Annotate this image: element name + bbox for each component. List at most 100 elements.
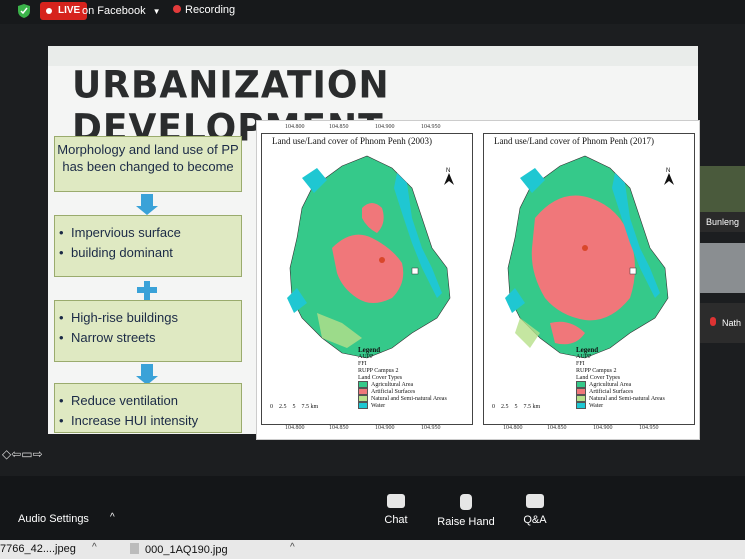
chat-label: Chat — [384, 514, 408, 526]
scale-tick: 0 — [270, 404, 273, 410]
map-panel-2017: Land use/Land cover of Phnom Penh (2017)… — [483, 133, 695, 425]
legend-item-label: Water — [589, 402, 604, 409]
bullet-item: High-rise buildings — [55, 309, 241, 327]
swatch-natural — [576, 395, 586, 402]
slide-nav-controls[interactable]: ◇⇦▭⇨ — [2, 447, 43, 461]
download-filename: 000_1AQ190.jpg — [145, 544, 228, 556]
north-arrow-icon: N — [444, 168, 454, 185]
legend-point-label: AUPP — [576, 353, 592, 360]
downloads-shelf: 7766_42....jpeg ^ 000_1AQ190.jpg ^ — [0, 540, 745, 559]
qa-icon — [526, 494, 544, 508]
tick-bottom: 104.850 — [329, 425, 349, 431]
swatch-natural — [358, 395, 368, 402]
chevron-up-icon[interactable]: ^ — [92, 542, 97, 553]
stream-target-dropdown[interactable]: on Facebook ▼ — [82, 5, 161, 17]
legend-item: Agricultural Area — [576, 381, 665, 388]
tick-top: 104.850 — [329, 124, 349, 130]
legend-point-label: FFI — [576, 360, 585, 367]
tick-bottom: 104.800 — [503, 425, 523, 431]
qa-label: Q&A — [523, 514, 547, 526]
bullet-item: Increase HUI intensity — [55, 412, 241, 430]
swatch-urban — [358, 388, 368, 395]
down-arrow-icon — [136, 194, 158, 215]
svg-text:N: N — [666, 168, 670, 174]
scale-tick: 7.5 km — [523, 404, 541, 410]
file-icon — [130, 543, 139, 554]
bullet-item: Reduce ventilation — [55, 392, 241, 410]
chat-button[interactable]: Chat — [366, 494, 426, 526]
legend-item-label: Agricultural Area — [371, 381, 414, 388]
legend-item: Artificial Surfaces — [576, 388, 665, 395]
plus-arrow-icon — [137, 281, 157, 301]
legend-item: Artificial Surfaces — [358, 388, 447, 395]
bullet-item: Impervious surface — [55, 224, 241, 242]
legend-item-label: Natural and Semi-natural Areas — [589, 395, 665, 402]
legend-point-label: FFI — [358, 360, 367, 367]
meeting-top-bar: LIVE on Facebook ▼ Recording — [0, 0, 745, 24]
legend-item: Water — [358, 402, 447, 409]
tick-bottom: 104.800 — [285, 425, 305, 431]
legend-types-title: Land Cover Types — [576, 374, 621, 381]
legend-point: AUPP — [358, 353, 447, 360]
flow-box-text: Morphology and land use of PP has been c… — [57, 142, 239, 174]
legend-point-label: RUPP Campus 2 — [576, 367, 617, 374]
chevron-up-icon[interactable]: ^ — [110, 512, 115, 523]
scale-tick: 2.5 — [501, 404, 509, 410]
legend-point-label: RUPP Campus 2 — [358, 367, 399, 374]
chevron-up-icon[interactable]: ^ — [290, 542, 295, 553]
legend-types-title: Land Cover Types — [358, 374, 403, 381]
legend-title: Legend — [358, 345, 381, 354]
participant-tile[interactable]: Nath — [700, 303, 745, 343]
tick-bottom: 104.900 — [593, 425, 613, 431]
flow-box-4: Reduce ventilation Increase HUI intensit… — [54, 383, 242, 433]
flow-box-3: High-rise buildings Narrow streets — [54, 300, 242, 362]
raise-hand-label: Raise Hand — [437, 516, 495, 528]
map-legend: Legend AUPP FFI RUPP Campus 2 Land Cover… — [576, 346, 665, 409]
scale-bar: 0 2.5 5 7.5 km — [492, 404, 540, 410]
legend-item-label: Agricultural Area — [589, 381, 632, 388]
tick-top: 104.800 — [285, 124, 305, 130]
shared-screen: URBANIZATION DEVELOPMENT Morphology and … — [0, 24, 745, 476]
tick-bottom: 104.850 — [547, 425, 567, 431]
legend-title: Legend — [576, 345, 599, 354]
hand-icon — [460, 494, 472, 510]
caret-down-icon: ▼ — [152, 7, 161, 16]
download-filename: 7766_42....jpeg — [0, 543, 76, 555]
legend-point: RUPP Campus 2 — [576, 367, 665, 374]
chat-icon — [387, 494, 405, 508]
swatch-urban — [576, 388, 586, 395]
scale-tick: 5 — [292, 404, 296, 410]
tick-top: 104.900 — [375, 124, 395, 130]
record-dot-icon — [173, 5, 181, 13]
download-item[interactable]: 000_1AQ190.jpg — [130, 543, 228, 556]
download-item[interactable]: 7766_42....jpeg — [0, 543, 76, 555]
scale-tick: 5 — [514, 404, 518, 410]
recording-indicator[interactable]: Recording — [173, 4, 235, 16]
legend-point: RUPP Campus 2 — [358, 367, 447, 374]
legend-item: Water — [576, 402, 665, 409]
tick-bottom: 104.950 — [639, 425, 659, 431]
scale-bar: 0 2.5 5 7.5 km — [270, 404, 318, 410]
qa-button[interactable]: Q&A — [505, 494, 565, 526]
participant-tile[interactable]: Bunleng — [700, 166, 745, 232]
participant-name: Bunleng — [700, 212, 745, 232]
north-arrow-icon: N — [664, 168, 674, 185]
participant-tile[interactable] — [700, 243, 745, 293]
legend-point: AUPP — [576, 353, 665, 360]
meeting-controls-bar: Audio Settings ^ Chat Raise Hand Q&A — [0, 476, 745, 540]
bullet-item: Narrow streets — [55, 329, 241, 347]
legend-point-label: AUPP — [358, 353, 374, 360]
audio-settings-button[interactable]: Audio Settings — [18, 513, 89, 525]
raise-hand-button[interactable]: Raise Hand — [436, 494, 496, 528]
swatch-water — [576, 402, 586, 409]
swatch-agri — [358, 381, 368, 388]
legend-point: FFI — [576, 360, 665, 367]
swatch-agri — [576, 381, 586, 388]
map-title: Land use/Land cover of Phnom Penh (2017) — [494, 136, 654, 146]
legend-point: FFI — [358, 360, 447, 367]
legend-item-label: Natural and Semi-natural Areas — [371, 395, 447, 402]
scale-tick: 0 — [492, 404, 495, 410]
flow-box-1: Morphology and land use of PP has been c… — [54, 136, 242, 192]
live-badge[interactable]: LIVE — [40, 2, 88, 20]
recording-label: Recording — [185, 4, 236, 16]
